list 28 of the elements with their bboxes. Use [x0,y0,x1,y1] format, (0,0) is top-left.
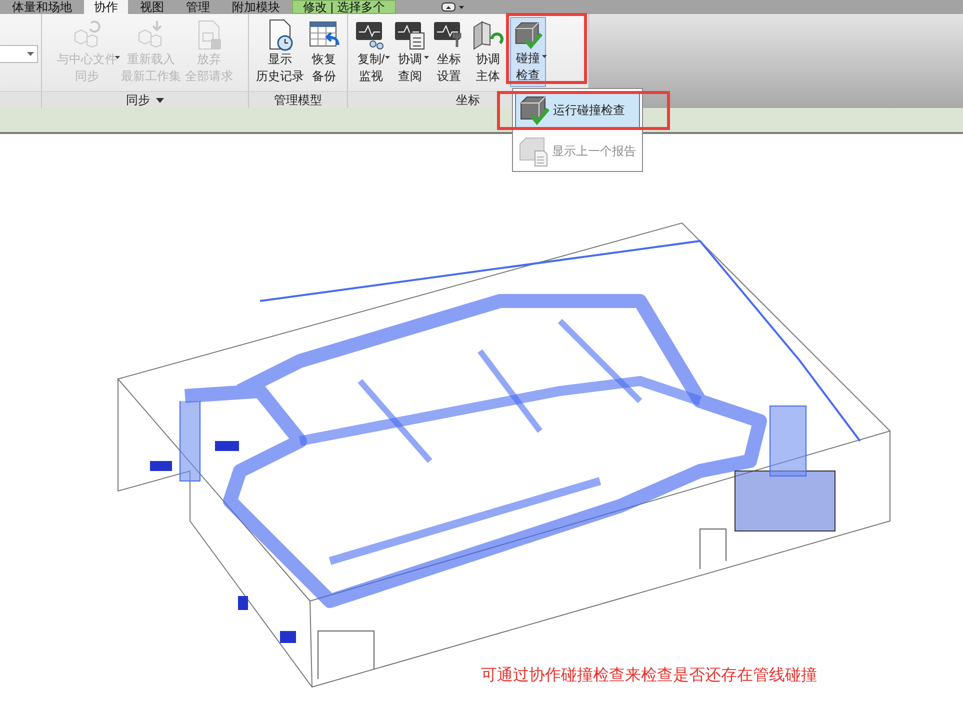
annotation-text: 可通过协作碰撞检查来检查是否还存在管线碰撞 [481,666,817,686]
caret-icon [385,56,390,59]
signal-list-icon [394,19,426,51]
caret-icon [115,56,120,59]
cube-check-icon [518,94,550,126]
ribbon-button[interactable]: 碰撞 检查 [510,17,546,87]
ribbon-button[interactable]: 协调 查阅 [393,17,427,87]
caret-icon [424,56,429,59]
panel-title: 管理模型 [274,92,322,108]
ribbon-tab[interactable]: 管理 [176,0,220,14]
ribbon-button[interactable]: 协调 主体 [471,17,505,87]
panel-title: 坐标 [456,92,480,108]
ribbon-button[interactable]: 坐标 设置 [432,17,466,87]
ribbon-tab[interactable]: 视图 [130,0,174,14]
walls-refresh-icon [472,19,504,51]
caret-icon [27,52,34,56]
ribbon-button[interactable]: 显示 历史记录 [255,17,305,87]
caret-icon[interactable] [156,98,164,102]
ribbon-tab[interactable]: 修改 | 选择多个 [292,0,396,14]
panel-title: 同步 [126,92,150,108]
ribbon-button[interactable]: 恢复 备份 [307,17,341,87]
ribbon-tab[interactable]: 附加模块 [222,0,290,14]
ribbon-tab[interactable]: 体量和场地 [2,0,82,14]
ribbon-button[interactable]: 复制/ 监视 [354,17,388,87]
cube-document-icon [517,135,549,167]
dropdown-field[interactable] [0,45,38,63]
caret-icon [542,55,547,58]
ribbon-tab[interactable]: 协作 [84,0,128,14]
